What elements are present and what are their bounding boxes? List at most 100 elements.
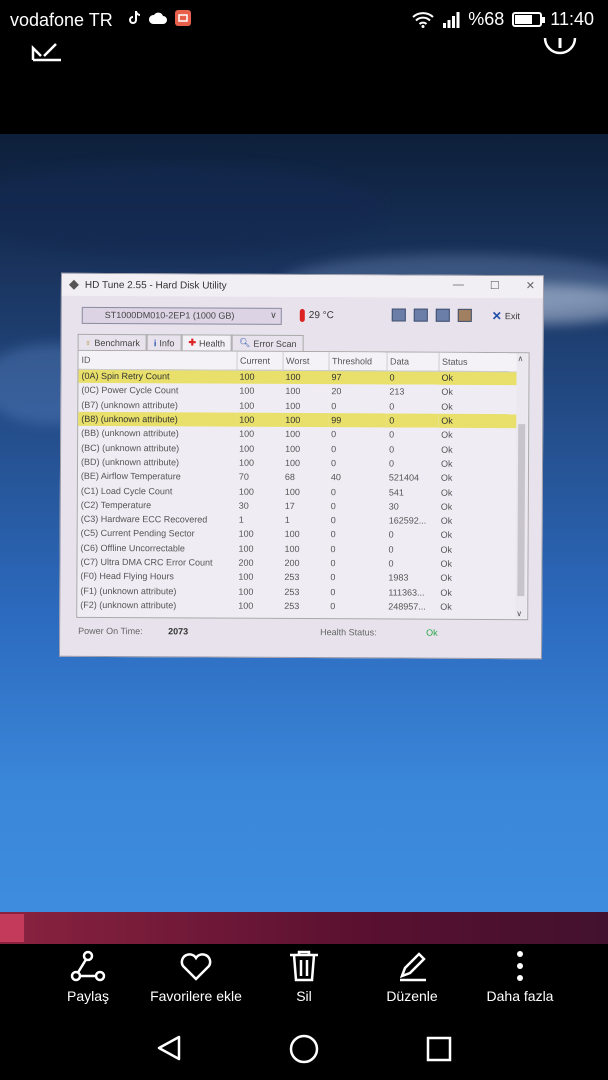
drive-select[interactable]: ST1000DM010-2EP1 (1000 GB) ∨ [81,306,282,325]
cell-threshold: 20 [331,386,342,397]
cell-id: (C1) Load Cycle Count [80,485,173,496]
tab-info[interactable]: i Info [146,334,182,351]
tab-bar: ♀ Benchmark i Info ✚ Health 🔍︎ Error Scan [77,333,304,352]
back-icon[interactable] [155,1034,183,1062]
cell-current: 30 [238,500,249,511]
home-icon[interactable] [289,1034,319,1064]
column-header[interactable]: Threshold [328,352,387,371]
status-footer: Power On Time: 2073 Health Status: Ok [76,626,526,638]
signal-icon [443,11,460,28]
cell-status: Ok [440,458,453,469]
scrollbar-thumb[interactable] [517,424,526,597]
cell-threshold: 0 [330,529,336,540]
cell-status: Ok [440,558,453,569]
heart-icon [180,953,212,981]
recents-icon[interactable] [426,1036,452,1062]
delete-button[interactable]: Sil [284,950,324,1004]
cell-threshold: 0 [330,458,337,469]
cell-status: Ok [440,601,452,612]
cell-status: Ok [441,430,453,441]
tab-error-scan[interactable]: 🔍︎ Error Scan [231,334,304,352]
pencil-icon [399,952,426,982]
save-icon[interactable] [435,308,450,322]
taskbar-strip [0,912,608,944]
tab-label: Error Scan [253,338,297,349]
action-label: Sil [296,988,312,1004]
toolbar: ST1000DM010-2EP1 (1000 GB) ∨ 29 °C ✕ Exi… [62,296,543,335]
maximize-button[interactable]: ☐ [490,279,500,292]
copy-all-icon[interactable] [413,308,428,322]
cell-status: Ok [438,370,518,386]
power-on-label: Power On Time: [78,625,143,637]
column-header[interactable]: ID [78,350,237,370]
table-header: ID Current Worst Threshold Data Status [78,350,519,372]
temperature-display: 29 °C [299,308,334,323]
cell-current: 100 [238,486,254,497]
tab-benchmark[interactable]: ♀ Benchmark [77,333,147,351]
cell-data: 0 [388,544,394,555]
column-header[interactable]: Status [438,352,519,372]
edit-top-icon[interactable] [30,42,64,62]
cell-worst: 68 [284,472,295,483]
cell-data: 30 [388,501,399,512]
cell-id: (C3) Hardware ECC Recovered [80,513,208,525]
more-icon [517,951,523,981]
carrier-name: vodafone TR [10,10,113,30]
cell-id: (F1) (unknown attribute) [80,585,177,596]
more-button[interactable]: Daha fazla [478,950,562,1004]
hdtune-window: HD Tune 2.55 - Hard Disk Utility — ☐ ✕ S… [58,272,545,660]
cell-worst: 100 [285,400,301,411]
favorite-button[interactable]: Favorilere ekle [142,950,250,1004]
photo-viewer[interactable]: HD Tune 2.55 - Hard Disk Utility — ☐ ✕ S… [0,134,608,944]
scroll-down-icon[interactable]: ∨ [516,609,522,618]
health-status-value: Ok [426,627,438,638]
cell-threshold: 0 [330,543,336,554]
window-title: HD Tune 2.55 - Hard Disk Utility [84,279,227,292]
cell-worst: 100 [285,429,301,440]
column-header[interactable]: Worst [282,351,329,371]
tab-label: Health [198,337,226,349]
cell-data: 521404 [388,472,420,483]
cell-threshold: 0 [330,515,336,526]
close-button[interactable]: ✕ [526,279,535,292]
cell-status: Ok [440,544,453,555]
cell-worst: 200 [284,557,300,568]
tab-label: Benchmark [94,337,140,348]
cell-status: Ok [440,573,452,584]
toolbar-icons [391,308,472,322]
cell-current: 100 [238,600,254,611]
scroll-up-icon[interactable]: ∧ [518,354,524,363]
copy-icon[interactable] [391,308,406,322]
edit-button[interactable]: Düzenle [378,950,446,1004]
table-row[interactable]: (F2) (unknown attribute) 100 253 0 248957...… [77,598,517,615]
column-header[interactable]: Data [386,352,439,371]
table-scrollbar[interactable]: ∧ ∨ [515,354,528,619]
cell-data: 0 [389,429,395,440]
cell-data: 213 [389,386,405,397]
share-button[interactable]: Paylaş [58,950,118,1004]
tab-health[interactable]: ✚ Health [181,334,233,351]
cell-id: (B8) (unknown attribute) [78,411,237,427]
tiktok-icon [129,10,141,24]
exit-button[interactable]: ✕ Exit [492,309,520,323]
cell-current: 100 [239,386,255,397]
column-header[interactable]: Current [236,351,283,370]
wifi-icon [412,11,434,28]
options-icon[interactable] [457,308,472,322]
minimize-button[interactable]: — [453,279,464,292]
cell-current: 100 [238,457,255,468]
share-icon [70,950,106,982]
cell-current: 100 [238,586,254,597]
drive-select-value: ST1000DM010-2EP1 (1000 GB) [104,309,235,321]
cell-threshold: 0 [331,443,337,454]
cell-id: (BC) (unknown attribute) [81,442,180,453]
cell-threshold: 0 [330,601,336,612]
info-icon[interactable] [542,38,578,58]
cell-current: 100 [239,443,255,454]
cell-status: Ok [441,444,453,455]
cell-current: 100 [239,400,255,411]
cell-status: Ok [440,587,452,598]
cell-threshold: 0 [331,400,337,411]
cell-worst: 100 [284,486,300,497]
temperature-value: 29 °C [308,310,334,322]
